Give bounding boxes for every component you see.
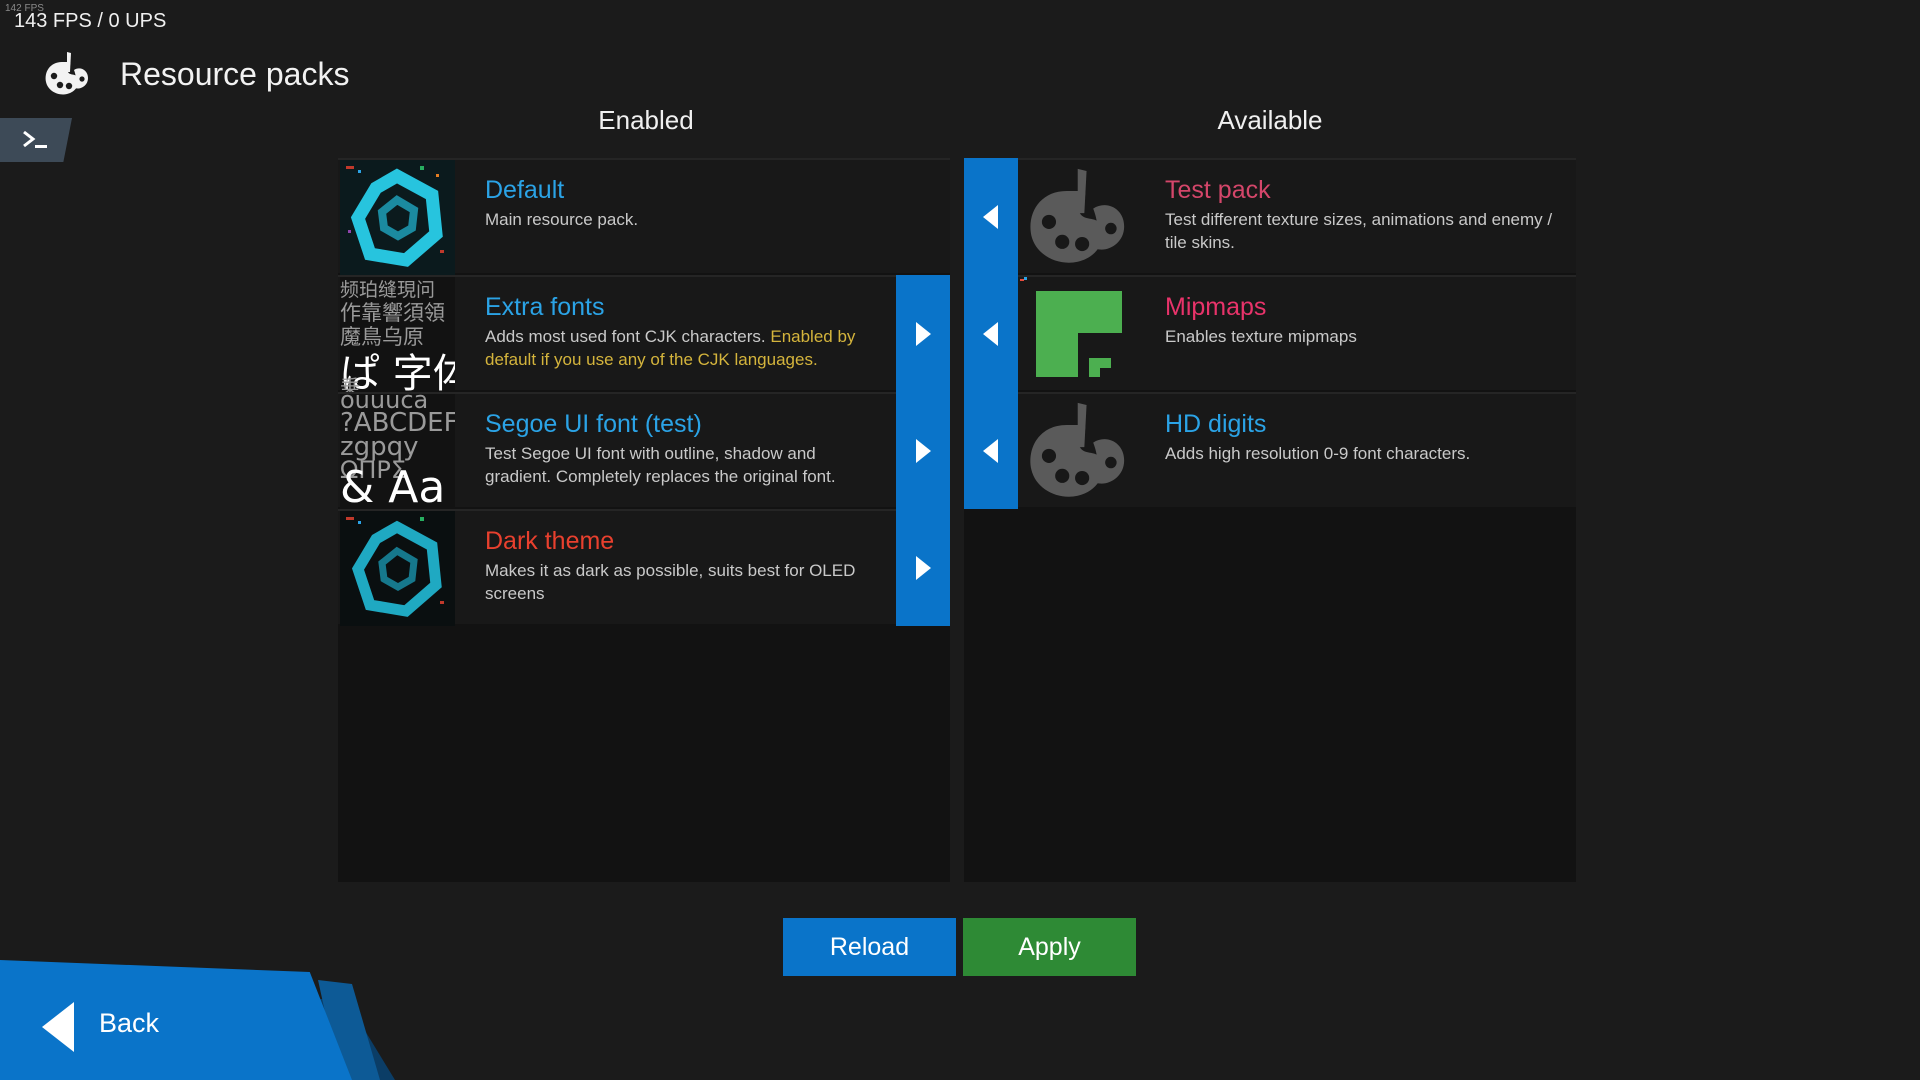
pack-item-dark-theme[interactable]: Dark theme Makes it as dark as possible,… — [338, 509, 950, 626]
console-button[interactable] — [0, 118, 72, 162]
terminal-icon — [23, 130, 47, 148]
palette-thumbnail — [1018, 394, 1133, 509]
arrow-left-icon — [983, 321, 998, 346]
disable-pack-button[interactable] — [896, 509, 950, 626]
fps-counter: 143 FPS / 0 UPS — [14, 10, 167, 32]
arrow-right-icon — [916, 438, 931, 463]
pack-item-test-pack[interactable]: Test pack Test different texture sizes, … — [964, 158, 1576, 275]
arrow-right-icon — [916, 321, 931, 346]
pack-description: Adds high resolution 0-9 font characters… — [1165, 444, 1471, 463]
pack-name: Test pack — [1165, 176, 1271, 204]
enabled-packs-list: Default Main resource pack. 频珀缝現问 作靠響須領 … — [338, 158, 950, 882]
page-title: Resource packs — [120, 55, 350, 92]
pack-item-segoe-ui[interactable]: ouuuca ?ABCDEF zgpqy ΩΠΡΣ & Aa Segoe UI … — [338, 392, 950, 509]
arrow-left-icon — [983, 438, 998, 463]
mipmap-thumbnail — [1018, 277, 1133, 392]
pack-description: Makes it as dark as possible, suits best… — [485, 561, 856, 603]
pack-name: Default — [485, 176, 565, 204]
pack-description: Test different texture sizes, animations… — [1165, 210, 1553, 252]
font-sample-thumbnail: ouuuca ?ABCDEF zgpqy ΩΠΡΣ & Aa — [340, 394, 455, 509]
palette-thumbnail — [1018, 160, 1133, 275]
pack-item-mipmaps[interactable]: Mipmaps Enables texture mipmaps — [964, 275, 1576, 392]
pack-name: Segoe UI font (test) — [485, 410, 702, 438]
pack-item-default[interactable]: Default Main resource pack. — [338, 158, 950, 275]
pack-description: Test Segoe UI font with outline, shadow … — [485, 444, 836, 486]
apply-button[interactable]: Apply — [963, 918, 1136, 976]
enabled-column-header: Enabled — [598, 105, 694, 135]
palette-icon — [45, 52, 88, 95]
enable-pack-button[interactable] — [964, 158, 1018, 275]
logo-thumbnail — [340, 511, 455, 626]
logo-thumbnail — [340, 160, 455, 275]
enable-pack-button[interactable] — [964, 275, 1018, 392]
pack-item-hd-digits[interactable]: HD digits Adds high resolution 0-9 font … — [964, 392, 1576, 509]
pack-description: Enables texture mipmaps — [1165, 327, 1357, 346]
back-area: Back — [0, 960, 400, 1080]
reload-button[interactable]: Reload — [783, 918, 956, 976]
pack-name: Mipmaps — [1165, 293, 1267, 321]
back-label: Back — [99, 1008, 160, 1038]
pack-name: Extra fonts — [485, 293, 605, 321]
arrow-left-icon — [983, 204, 998, 229]
available-column-header: Available — [1217, 105, 1323, 135]
disable-pack-button[interactable] — [896, 275, 950, 392]
enable-pack-button[interactable] — [964, 392, 1018, 509]
disable-pack-button[interactable] — [896, 392, 950, 509]
pack-description: Main resource pack. — [485, 210, 639, 229]
page-header: Resource packs — [40, 44, 349, 104]
arrow-right-icon — [916, 555, 931, 580]
arrow-left-icon — [42, 1002, 74, 1052]
pack-name: HD digits — [1165, 410, 1267, 438]
pack-name: Dark theme — [485, 527, 615, 555]
cjk-glyphs-thumbnail: 频珀缝現问 作靠響須領 魔鳥乌原 ぱ 字体 乗 — [340, 277, 455, 392]
pack-description: Adds most used font CJK characters. Enab… — [485, 327, 856, 369]
pack-item-extra-fonts[interactable]: 频珀缝現问 作靠響須領 魔鳥乌原 ぱ 字体 乗 Extra fonts Adds… — [338, 275, 950, 392]
back-button[interactable]: Back — [0, 960, 352, 1080]
available-packs-list: Test pack Test different texture sizes, … — [964, 158, 1576, 882]
